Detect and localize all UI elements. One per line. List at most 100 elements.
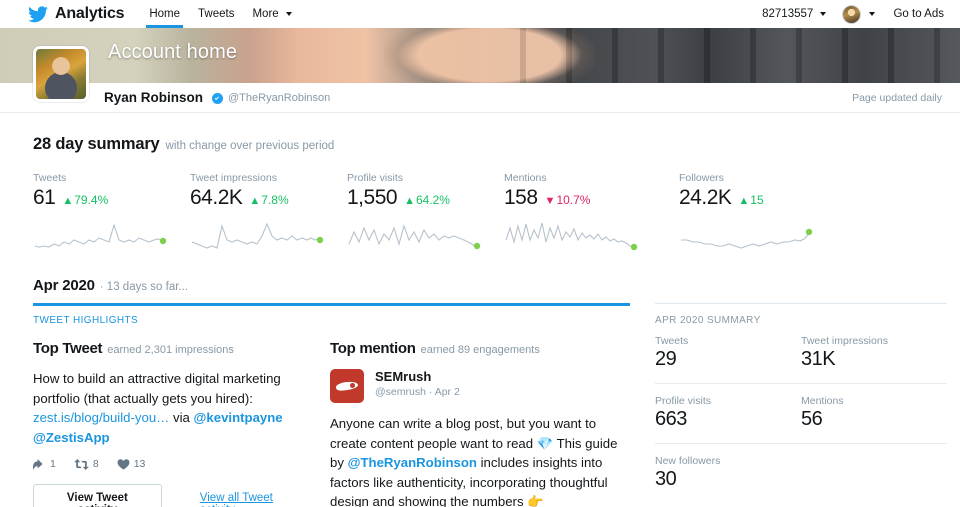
highlight-cards: Top Tweet earned 2,301 impressions How t… [33, 340, 630, 507]
profile-banner-image: Account home [0, 28, 960, 83]
tweet-highlights-column: TWEET HIGHLIGHTS Top Tweet earned 2,301 … [33, 303, 630, 507]
reply-stat[interactable]: 1 [33, 458, 56, 470]
month-header: Apr 2020 · 13 days so far... [33, 277, 942, 294]
metric-value: 1,550 [347, 186, 397, 210]
month-subtitle: · 13 days so far... [100, 281, 188, 293]
sparkline-followers [679, 220, 814, 254]
sparkline-mentions [504, 220, 639, 254]
profile-display-name: Ryan Robinson [104, 90, 203, 105]
metric-delta-value: 64.2% [416, 193, 450, 207]
summary-cell-tweets: Tweets 29 [655, 335, 801, 384]
top-mention-card: Top mention earned 89 engagements SEMrus… [330, 340, 627, 507]
metric-tweets: Tweets 61 ▲79.4% [33, 172, 190, 259]
top-tweet-line2: portfolio (that actually gets you hired)… [33, 391, 253, 406]
nav-item-tweets[interactable]: Tweets [189, 0, 243, 28]
top-mention-subheading: earned 89 engagements [421, 344, 540, 356]
profile-avatar[interactable] [33, 46, 89, 102]
user-avatar-nav[interactable] [842, 5, 861, 24]
summary-cell-label: New followers [655, 455, 783, 467]
top-tweet-subheading: earned 2,301 impressions [107, 344, 234, 356]
like-stat[interactable]: 13 [117, 458, 146, 470]
account-home-title: Account home [108, 41, 237, 64]
metric-value: 64.2K [190, 186, 242, 210]
view-all-tweet-activity-link[interactable]: View all Tweet activity [200, 492, 308, 507]
metric-delta: ▲7.8% [249, 193, 288, 207]
top-tweet-header: Top Tweet earned 2,301 impressions [33, 340, 308, 357]
twitter-logo-icon [28, 6, 48, 23]
summary-title: 28 day summary [33, 135, 160, 154]
top-mention-header: Top mention earned 89 engagements [330, 340, 627, 357]
page-updated-note: Page updated daily [852, 92, 942, 104]
mention-user-handle: @semrush [375, 386, 426, 398]
summary-cell-profile-visits: Profile visits 663 [655, 395, 801, 444]
chevron-down-icon[interactable] [869, 12, 875, 16]
go-to-ads-link[interactable]: Go to Ads [893, 8, 944, 20]
account-number-label: 82713557 [762, 8, 813, 20]
pointing-hand-emoji-icon: 👉 [527, 494, 543, 507]
nav-item-more[interactable]: More [243, 0, 300, 28]
top-tweet-link[interactable]: zest.is/blog/build-you… [33, 410, 169, 425]
metric-delta: ▼10.7% [545, 193, 591, 207]
tweet-engagement-stats: 1 8 13 [33, 458, 308, 470]
sparkline-tweets [33, 220, 168, 254]
sparkline-profile-visits [347, 220, 482, 254]
tweet-highlights-label: TWEET HIGHLIGHTS [33, 315, 630, 326]
nav-item-more-label: More [252, 8, 278, 20]
summary-cell-label: Profile visits [655, 395, 783, 407]
summary-cell-value: 30 [655, 468, 783, 491]
chevron-down-icon [820, 12, 826, 16]
metric-label: Followers [679, 172, 836, 184]
metric-delta: ▲64.2% [404, 193, 450, 207]
account-number-selector[interactable]: 82713557 [762, 8, 826, 20]
nav-item-home-label: Home [149, 8, 180, 20]
summary-cell-label: Mentions [801, 395, 929, 407]
view-tweet-activity-button[interactable]: View Tweet activity [33, 484, 162, 507]
nav-item-home[interactable]: Home [140, 0, 189, 28]
sparkline-endpoint [474, 243, 480, 249]
metric-value: 158 [504, 186, 538, 210]
top-mention-text: Anyone can write a blog post, but you wa… [330, 414, 627, 507]
metric-delta-value: 10.7% [556, 193, 590, 207]
nav-item-tweets-label: Tweets [198, 8, 234, 20]
metric-delta-value: 7.8% [261, 193, 288, 207]
summary-cell-new-followers: New followers 30 [655, 455, 801, 503]
content-columns: TWEET HIGHLIGHTS Top Tweet earned 2,301 … [33, 303, 942, 507]
retweet-count: 8 [93, 458, 99, 470]
mention-handle-link[interactable]: @TheRyanRobinson [348, 455, 477, 470]
gem-emoji-icon: 💎 [537, 436, 553, 451]
tweet-actions-row: View Tweet activity View all Tweet activ… [33, 484, 308, 507]
top-tweet-via: via [173, 410, 190, 425]
metric-label: Profile visits [347, 172, 504, 184]
top-tweet-heading: Top Tweet [33, 340, 102, 357]
sparkline-tweet-impressions [190, 220, 325, 254]
retweet-stat[interactable]: 8 [74, 458, 99, 470]
month-summary-column: APR 2020 SUMMARY Tweets 29 Tweet impress… [655, 303, 947, 507]
summary-header: 28 day summary with change over previous… [33, 135, 942, 154]
top-navigation-bar: Analytics Home Tweets More 82713557 Go t… [0, 0, 960, 28]
nav-right-group: 82713557 Go to Ads [762, 5, 944, 24]
top-tweet-card: Top Tweet earned 2,301 impressions How t… [33, 340, 330, 507]
metric-delta-value: 79.4% [74, 193, 108, 207]
reply-icon [33, 459, 46, 470]
mention-user-block[interactable]: SEMrush @semrush · Apr 2 [330, 369, 627, 403]
metric-delta: ▲79.4% [62, 193, 108, 207]
semrush-avatar-icon [330, 369, 364, 403]
top-tweet-text: How to build an attractive digital marke… [33, 369, 308, 447]
metric-delta-value: 15 [750, 193, 763, 207]
month-summary-grid: Tweets 29 Tweet impressions 31K Profile … [655, 335, 947, 503]
top-tweet-mention-zestisapp[interactable]: @ZestisApp [33, 430, 110, 445]
summary-cell-mentions: Mentions 56 [801, 395, 947, 444]
month-title: Apr 2020 [33, 277, 95, 294]
metric-followers: Followers 24.2K ▲15 [679, 172, 836, 259]
mention-user-name: SEMrush [375, 369, 460, 384]
summary-cell-tweet-impressions: Tweet impressions 31K [801, 335, 947, 384]
sparkline-endpoint [631, 244, 637, 250]
metric-value: 61 [33, 186, 55, 210]
summary-metrics-row: Tweets 61 ▲79.4% Tweet impressions 64.2K… [33, 172, 942, 259]
summary-cell-value: 663 [655, 408, 783, 431]
top-tweet-mention-kevintpayne[interactable]: @kevintpayne [194, 410, 283, 425]
reply-count: 1 [50, 458, 56, 470]
app-brand-title: Analytics [55, 5, 124, 23]
month-summary-label: APR 2020 SUMMARY [655, 315, 947, 326]
sparkline-endpoint [317, 237, 323, 243]
